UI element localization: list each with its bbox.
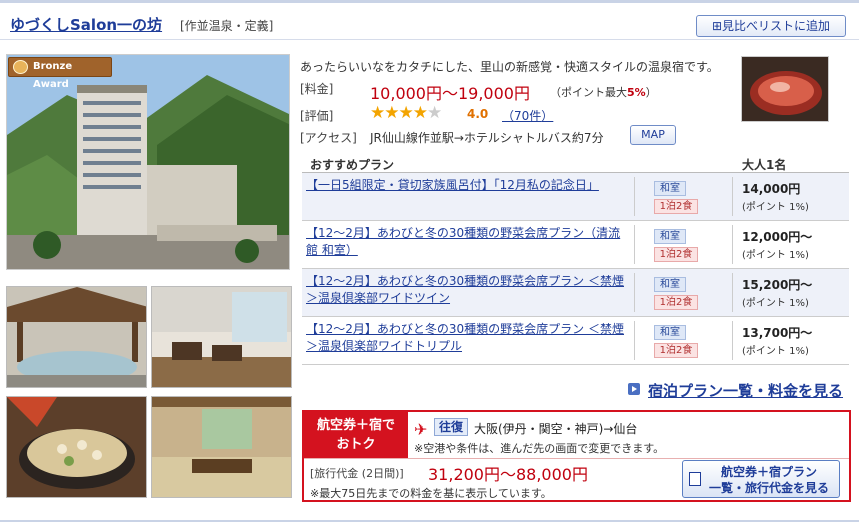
meal-tag: 1泊2食 [654, 295, 698, 310]
rating-stars: ★★★★★ [370, 103, 442, 123]
add-compare-label: 見比べリストに追加 [722, 19, 831, 33]
column-divider [732, 321, 733, 360]
column-divider [634, 321, 635, 360]
hotel-description: あったらいいなをカタチにした、里山の新感覚・快適スタイルの温泉宿です。 [300, 60, 719, 74]
meal-tag: 1泊2食 [654, 247, 698, 262]
plan-price: 12,000円〜 [742, 230, 813, 244]
hotel-header: ゆづくしSalon一の坊 [作並温泉・定義] ⊞見比べリストに追加 [0, 0, 859, 40]
star-icon: ★ [370, 103, 385, 123]
table-row: 【12〜2月】あわびと冬の30種類の野菜会席プラン ＜禁煙＞温泉倶楽部ワイドツイ… [302, 269, 849, 317]
price-range: 10,000円〜19,000円 [370, 84, 530, 103]
plan-point: (ポイント 1%) [742, 298, 809, 309]
plan-header-label: おすすめプラン [310, 158, 395, 172]
flight-route: 大阪(伊丹・関空・神戸)→仙台 [474, 422, 638, 436]
price-label: [料金] [300, 82, 334, 96]
star-icon: ★ [384, 103, 399, 123]
hotel-name-link[interactable]: ゆづくしSalon一の坊 [10, 14, 162, 35]
plan-name-link[interactable]: 【12〜2月】あわびと冬の30種類の野菜会席プラン ＜禁煙＞温泉倶楽部ワイドツイ… [306, 273, 624, 307]
room-type-tag: 和室 [654, 229, 686, 244]
star-icon: ★ [412, 103, 428, 123]
air-note-change: ※空港や条件は、進んだ先の画面で変更できます。 [414, 442, 665, 455]
room-type-tag: 和室 [654, 181, 686, 196]
meal-tag: 1泊2食 [654, 199, 698, 214]
column-divider [634, 273, 635, 312]
air-hotel-badge: 航空券＋宿で おトク [304, 412, 408, 458]
air-button-line1: 航空券＋宿プラン [720, 465, 817, 479]
column-divider [732, 273, 733, 312]
award-medal-icon [13, 60, 28, 74]
plan-price: 15,200円〜 [742, 278, 813, 292]
plan-table: おすすめプラン 大人1名 【一日5組限定・貸切家族風呂付】「12月私の記念日」 … [302, 153, 849, 365]
plan-name-link[interactable]: 【一日5組限定・貸切家族風呂付】「12月私の記念日」 [306, 177, 624, 194]
hotel-area: [作並温泉・定義] [180, 19, 274, 33]
roundtrip-badge: 往復 [434, 418, 468, 436]
plan-name-link[interactable]: 【12〜2月】あわびと冬の30種類の野菜会席プラン（清流館 和室） [306, 225, 624, 259]
air-hotel-box: 航空券＋宿で おトク ✈ 往復 大阪(伊丹・関空・神戸)→仙台 ※空港や条件は、… [302, 410, 851, 502]
document-icon [689, 472, 701, 486]
point-note-suffix: ） [645, 86, 657, 99]
point-note: （ポイント最大5%） [550, 84, 657, 100]
access-text: JR仙山線作並駅→ホテルシャトルバス約7分 [370, 131, 604, 145]
trip-price: 31,200円〜88,000円 [428, 465, 588, 484]
air-button-line2: 一覧・旅行代金を見る [708, 481, 829, 495]
thumb-hotpot-dish[interactable] [6, 396, 147, 498]
bronze-award-badge: Bronze Award [8, 57, 112, 90]
plan-point: (ポイント 1%) [742, 202, 809, 213]
table-row: 【12〜2月】あわびと冬の30種類の野菜会席プラン（清流館 和室） 和室 1泊2… [302, 221, 849, 269]
plan-price: 13,700円〜 [742, 326, 813, 340]
bottom-divider [0, 520, 859, 522]
access-label: [アクセス] [300, 131, 357, 145]
star-icon: ★ [398, 103, 414, 123]
rating-label: [評価] [300, 109, 334, 123]
point-rate: 5% [627, 86, 646, 99]
table-row: 【12〜2月】あわびと冬の30種類の野菜会席プラン ＜禁煙＞温泉倶楽部ワイドトリ… [302, 317, 849, 365]
map-button[interactable]: MAP [630, 125, 676, 145]
meal-tag: 1泊2食 [654, 343, 698, 358]
airplane-icon: ✈ [414, 420, 428, 439]
plan-point: (ポイント 1%) [742, 250, 809, 261]
all-plans-link[interactable]: 宿泊プラン一覧・料金を見る [648, 380, 843, 401]
award-label: Bronze Award [33, 61, 73, 90]
column-divider [634, 225, 635, 264]
air-note-basis: ※最大75日先までの料金を基に表示しています。 [310, 487, 552, 500]
air-hotel-plan-button[interactable]: 航空券＋宿プラン 一覧・旅行代金を見る [682, 460, 840, 498]
column-divider [634, 177, 635, 216]
plan-name-link[interactable]: 【12〜2月】あわびと冬の30種類の野菜会席プラン ＜禁煙＞温泉倶楽部ワイドトリ… [306, 321, 624, 355]
thumb-outdoor-bath[interactable] [6, 286, 147, 388]
table-row: 【一日5組限定・貸切家族風呂付】「12月私の記念日」 和室 1泊2食 14,00… [302, 173, 849, 221]
room-type-tag: 和室 [654, 325, 686, 340]
add-compare-button[interactable]: ⊞見比べリストに追加 [696, 15, 846, 37]
column-divider [732, 225, 733, 264]
rating-value: 4.0 [467, 107, 489, 121]
trip-price-label: [旅行代金 (2日間)] [310, 467, 404, 480]
star-empty-icon: ★ [427, 103, 442, 123]
food-photo[interactable] [741, 56, 829, 122]
air-badge-line1: 航空券＋宿で [316, 418, 395, 433]
room-type-tag: 和室 [654, 277, 686, 292]
column-divider [732, 177, 733, 216]
thumb-lobby[interactable] [151, 286, 292, 388]
plan-point: (ポイント 1%) [742, 346, 809, 357]
price-header-label: 大人1名 [742, 158, 787, 172]
air-divider [304, 458, 849, 459]
plan-table-header: おすすめプラン 大人1名 [302, 153, 849, 173]
arrow-right-icon [628, 383, 640, 395]
plus-box-icon: ⊞ [711, 19, 723, 33]
plan-price: 14,000円 [742, 182, 801, 196]
review-count[interactable]: 70件 [514, 109, 541, 123]
air-badge-line2: おトク [336, 437, 376, 452]
point-note-prefix: （ポイント最大 [550, 86, 627, 99]
review-count-link[interactable]: （70件） [502, 107, 553, 124]
thumb-guest-room[interactable] [151, 396, 292, 498]
